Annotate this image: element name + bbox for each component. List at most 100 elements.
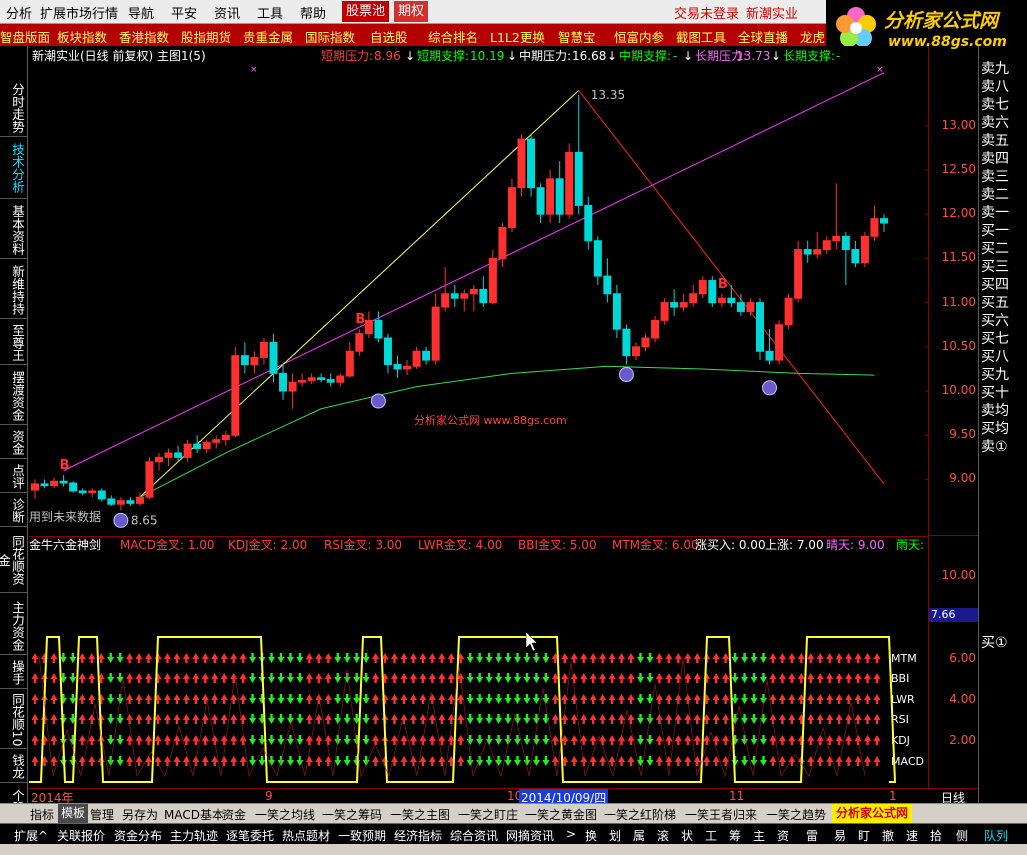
template-tab[interactable]: 一笑之盯庄 bbox=[458, 806, 518, 823]
candle-body bbox=[755, 302, 764, 352]
leftnav-item[interactable]: 主力资金 bbox=[4, 598, 25, 654]
down-arrow-icon bbox=[251, 653, 254, 658]
login-status[interactable]: 交易未登录 bbox=[674, 3, 739, 22]
template-tab[interactable]: 一笑之均线 bbox=[255, 806, 315, 823]
menu-pingan[interactable]: 平安 bbox=[171, 3, 197, 22]
leftnav-timeshare[interactable]: 分时走势 bbox=[4, 80, 25, 136]
function-button[interactable]: 逐笔委托 bbox=[226, 827, 274, 844]
quick-item[interactable]: 国际指数 bbox=[305, 27, 355, 46]
leftnav-item[interactable]: 摆渡资金 bbox=[4, 368, 25, 424]
function-button[interactable]: 状 bbox=[681, 827, 693, 844]
function-button[interactable]: 划 bbox=[609, 827, 621, 844]
function-button[interactable]: 经济指标 bbox=[394, 827, 442, 844]
function-button[interactable]: 资 bbox=[777, 827, 789, 844]
function-button[interactable]: 换 bbox=[585, 827, 597, 844]
function-button[interactable]: 队列 bbox=[984, 827, 1008, 844]
down-arrow-icon bbox=[762, 653, 765, 658]
up-arrow-icon bbox=[33, 658, 37, 663]
function-button[interactable]: > bbox=[566, 827, 576, 841]
down-arrow-icon bbox=[270, 653, 273, 658]
leftnav-item[interactable]: 至尊王 bbox=[4, 322, 25, 364]
function-button[interactable]: 网摘资讯 bbox=[506, 827, 554, 844]
leftnav-funds[interactable]: 资金 bbox=[4, 428, 25, 456]
function-button[interactable]: 盯 bbox=[858, 827, 870, 844]
template-tab[interactable]: 一笑之筹码 bbox=[322, 806, 382, 823]
function-button[interactable]: 热点题材 bbox=[282, 827, 330, 844]
leftnav-item[interactable]: 同花顺10 bbox=[4, 692, 25, 748]
menu-tools[interactable]: 工具 bbox=[257, 3, 283, 22]
leftnav-item[interactable]: 操手 bbox=[4, 658, 25, 686]
down-arrow-icon bbox=[487, 694, 491, 699]
quick-item[interactable]: 香港指数 bbox=[119, 27, 169, 46]
template-tab[interactable]: 管理 bbox=[90, 806, 114, 823]
up-arrow-icon bbox=[147, 761, 150, 766]
quick-item[interactable]: 贵重金属 bbox=[243, 27, 293, 46]
menu-stock-pool[interactable]: 股票池 bbox=[342, 1, 390, 22]
indicator-row-label: MACD bbox=[891, 755, 924, 768]
template-tab[interactable]: 资金 bbox=[222, 806, 246, 823]
quick-item[interactable]: 股指期货 bbox=[181, 27, 231, 46]
order-book-label: 卖一 bbox=[981, 205, 1009, 221]
candle-body bbox=[383, 337, 392, 366]
function-button[interactable]: 主 bbox=[753, 827, 765, 844]
quick-item[interactable]: 智慧宝 bbox=[558, 27, 596, 46]
quick-item[interactable]: 龙虎 bbox=[800, 27, 825, 46]
main-price-chart[interactable]: B B B 13.35 8.65 分析家公式网 www.88gs.com 新潮实业(日线… bbox=[29, 46, 929, 536]
function-button[interactable]: 扩展^ bbox=[14, 827, 48, 844]
function-button[interactable]: 一致预期 bbox=[338, 827, 386, 844]
menu-help[interactable]: 帮助 bbox=[300, 3, 326, 22]
menu-options[interactable]: 期权 bbox=[394, 1, 429, 22]
menu-analysis[interactable]: 分析 bbox=[6, 3, 32, 22]
indicator-chart[interactable]: MTMBBILWRRSIKDJMACD 金牛六金神剑 MACD金叉: 1.00 … bbox=[29, 536, 929, 788]
quick-item[interactable]: 截图工具 bbox=[676, 27, 726, 46]
function-button[interactable]: 筹 bbox=[729, 827, 741, 844]
template-tab[interactable]: 一笑之主图 bbox=[390, 806, 450, 823]
function-button[interactable]: 雷 bbox=[806, 827, 818, 844]
function-button[interactable]: 综合资讯 bbox=[450, 827, 498, 844]
function-button[interactable]: 滚 bbox=[657, 827, 669, 844]
menu-navigation[interactable]: 导航 bbox=[128, 3, 154, 22]
leftnav-item[interactable]: 新维持持 bbox=[4, 262, 25, 318]
template-tab[interactable]: 指标 bbox=[30, 806, 54, 823]
quick-item[interactable]: L1L2更换 bbox=[490, 27, 545, 46]
template-tab[interactable]: 一笑王者归来 bbox=[685, 806, 757, 823]
down-arrow-icon bbox=[468, 735, 472, 740]
leftnav-diagnose[interactable]: 诊断 bbox=[4, 496, 25, 524]
template-tab[interactable]: 一笑之黄金图 bbox=[525, 806, 597, 823]
leftnav-item[interactable]: 同花顺资金 bbox=[0, 532, 25, 588]
leftnav-item[interactable]: 钱龙 bbox=[4, 752, 25, 780]
leftnav-basic-info[interactable]: 基本资料 bbox=[4, 202, 25, 258]
template-tab[interactable]: MACD基本 bbox=[164, 806, 224, 823]
function-button[interactable]: 工 bbox=[705, 827, 717, 844]
down-arrow-icon bbox=[251, 673, 254, 678]
quick-item[interactable]: 综合排名 bbox=[428, 27, 478, 46]
leftnav-technical[interactable]: 技术分析 bbox=[4, 140, 25, 196]
up-arrow-icon bbox=[81, 719, 84, 724]
menu-extended-market[interactable]: 扩展市场行情 bbox=[40, 3, 118, 22]
function-button[interactable]: 拾 bbox=[930, 827, 942, 844]
template-tab[interactable]: 模板 bbox=[58, 804, 89, 823]
function-button[interactable]: 关联报价 bbox=[57, 827, 105, 844]
quick-item[interactable]: 全球直播 bbox=[738, 27, 788, 46]
function-button[interactable]: 资金分布 bbox=[114, 827, 162, 844]
leftnav-comment[interactable]: 点评 bbox=[4, 462, 25, 490]
function-button[interactable]: 侧 bbox=[956, 827, 968, 844]
quick-item[interactable]: 恒富内参 bbox=[614, 27, 664, 46]
short-resist-label: 短期压力: bbox=[321, 49, 373, 63]
function-button[interactable]: 速 bbox=[906, 827, 918, 844]
function-button[interactable]: 主力轨迹 bbox=[170, 827, 218, 844]
template-tab[interactable]: 一笑之红阶梯 bbox=[604, 806, 676, 823]
up-arrow-icon bbox=[658, 699, 661, 704]
up-arrow-icon bbox=[317, 740, 321, 745]
function-button[interactable]: 属 bbox=[633, 827, 645, 844]
quick-item[interactable]: 自选股 bbox=[370, 27, 408, 46]
menu-news[interactable]: 资讯 bbox=[214, 3, 240, 22]
quick-item[interactable]: 智盘版面 bbox=[0, 27, 50, 46]
down-arrow-icon bbox=[497, 714, 500, 719]
template-tab[interactable]: 一笑之趋势 bbox=[766, 806, 826, 823]
template-tab[interactable]: 另存为 bbox=[122, 806, 158, 823]
candle-body bbox=[880, 218, 888, 224]
function-button[interactable]: 易 bbox=[834, 827, 846, 844]
function-button[interactable]: 撤 bbox=[882, 827, 894, 844]
quick-item[interactable]: 板块指数 bbox=[57, 27, 107, 46]
